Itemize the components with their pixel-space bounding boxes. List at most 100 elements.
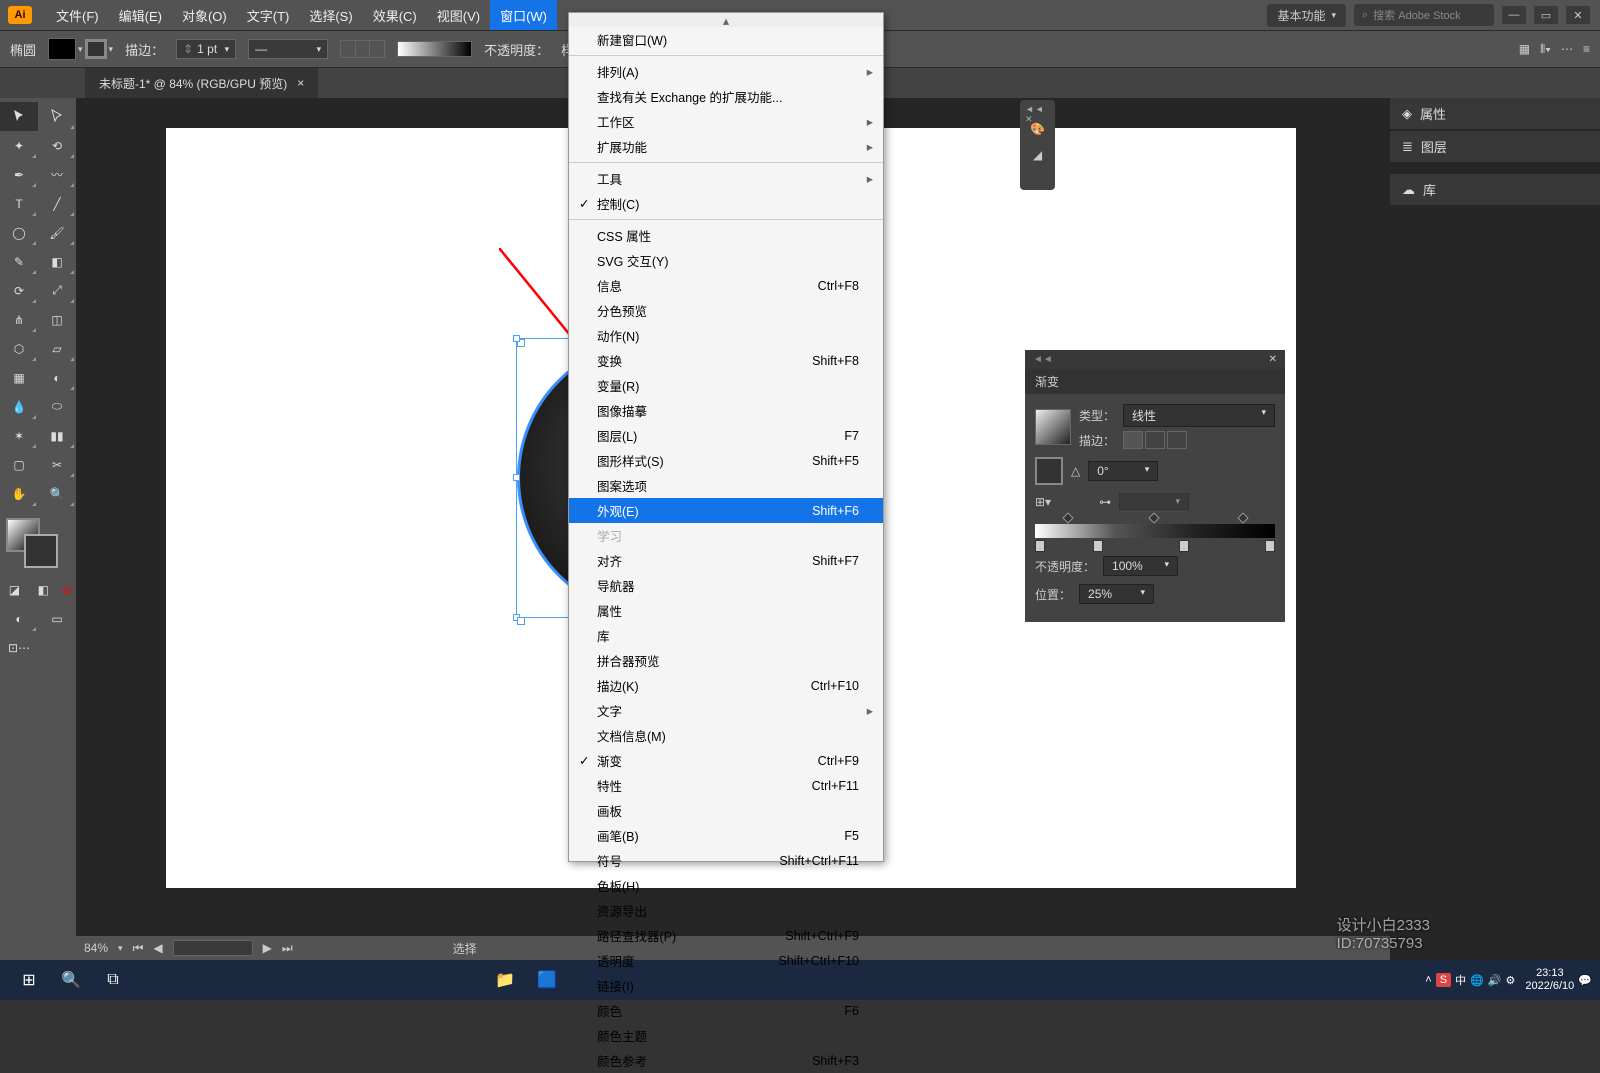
- zoom-level[interactable]: 84%: [84, 941, 108, 955]
- window-maximize[interactable]: ▭: [1534, 6, 1558, 24]
- reorder-icon[interactable]: ⋯: [1561, 42, 1573, 57]
- slice-tool[interactable]: ✂: [38, 450, 76, 479]
- network-icon[interactable]: 🌐: [1470, 974, 1484, 987]
- menu-item-[interactable]: 拼合器预览: [569, 648, 883, 673]
- selection-tool[interactable]: [0, 102, 38, 131]
- menu-item-[interactable]: 属性: [569, 598, 883, 623]
- edit-toolbar[interactable]: ⊡⋯: [0, 633, 38, 662]
- screen-mode[interactable]: ▭: [38, 604, 76, 633]
- floating-panel[interactable]: 🎨 ◢: [1020, 100, 1055, 190]
- explorer-icon[interactable]: 📁: [484, 960, 526, 1000]
- panel-properties[interactable]: ◈属性: [1390, 98, 1600, 129]
- menu-item-[interactable]: 图案选项: [569, 473, 883, 498]
- curvature-tool[interactable]: 〰: [38, 160, 76, 189]
- menu-item-[interactable]: 符号Shift+Ctrl+F11: [569, 848, 883, 873]
- menu-item-[interactable]: 特性Ctrl+F11: [569, 773, 883, 798]
- draw-mode[interactable]: ◐: [0, 604, 38, 633]
- menu-item-[interactable]: 工具: [569, 166, 883, 191]
- color-icon[interactable]: 🎨: [1030, 122, 1045, 136]
- start-button[interactable]: ⊞: [8, 960, 50, 1000]
- nav-prev-icon[interactable]: ◀: [153, 941, 162, 955]
- menu-item-B[interactable]: 画笔(B)F5: [569, 823, 883, 848]
- gradient-angle[interactable]: 0°▾: [1088, 461, 1158, 481]
- menu-item-L[interactable]: 图层(L)F7: [569, 423, 883, 448]
- stroke-swatch[interactable]: [85, 39, 107, 59]
- brush-def[interactable]: —▾: [248, 39, 328, 59]
- dropdown-scroll-up[interactable]: ▴: [569, 13, 883, 27]
- clock-time[interactable]: 23:13: [1525, 967, 1574, 980]
- stroke-mode-1[interactable]: [1123, 431, 1143, 449]
- menu-item-H[interactable]: 色板(H): [569, 873, 883, 898]
- list-icon[interactable]: ≡: [1583, 42, 1590, 57]
- settings-icon[interactable]: ⚙: [1505, 974, 1515, 987]
- none-mode[interactable]: ⊘: [58, 575, 76, 604]
- menu-item-[interactable]: 资源导出: [569, 898, 883, 923]
- stop-position[interactable]: 25%▾: [1079, 584, 1154, 604]
- artboard-tool[interactable]: ▢: [0, 450, 38, 479]
- line-tool[interactable]: ╱: [38, 189, 76, 218]
- tray-chevron-icon[interactable]: ˄: [1425, 974, 1431, 986]
- ime-icon[interactable]: S: [1436, 973, 1451, 987]
- magic-wand-tool[interactable]: ✦: [0, 131, 38, 160]
- menu-item-A[interactable]: 排列(A): [569, 59, 883, 84]
- menu-item-[interactable]: 画板: [569, 798, 883, 823]
- zoom-tool[interactable]: 🔍: [38, 479, 76, 508]
- menu-item-[interactable]: 颜色参考Shift+F3: [569, 1048, 883, 1073]
- type-tool[interactable]: T: [0, 189, 38, 218]
- menu-item-[interactable]: 变换Shift+F8: [569, 348, 883, 373]
- menu-item-[interactable]: 扩展功能: [569, 134, 883, 159]
- menu-item-[interactable]: 颜色F6: [569, 998, 883, 1023]
- menu-item-E[interactable]: 外观(E)Shift+F6: [569, 498, 883, 523]
- gradient-preview-swatch[interactable]: [1035, 409, 1071, 445]
- close-tab-icon[interactable]: ×: [297, 76, 304, 90]
- gradient-panel[interactable]: ◄◄✕ 渐变 类型：线性▾ 描边： △ 0°▾ ⊞▾ ⊶ ▾ 不透明度：100%…: [1025, 350, 1285, 622]
- search-icon[interactable]: 🔍: [50, 960, 92, 1000]
- width-tool[interactable]: ⋔: [0, 305, 38, 334]
- gradient-slider[interactable]: [1035, 524, 1275, 538]
- menu-item-[interactable]: 库: [569, 623, 883, 648]
- artboard-nav[interactable]: [173, 940, 253, 956]
- menu-item-[interactable]: 渐变Ctrl+F9: [569, 748, 883, 773]
- menu-item-CSS[interactable]: CSS 属性: [569, 223, 883, 248]
- menu-item-[interactable]: 透明度Shift+Ctrl+F10: [569, 948, 883, 973]
- menu-item-M[interactable]: 文档信息(M): [569, 723, 883, 748]
- menu-item-[interactable]: 图像描摹: [569, 398, 883, 423]
- lasso-tool[interactable]: ⟲: [38, 131, 76, 160]
- mesh-tool[interactable]: ▦: [0, 363, 38, 392]
- ellipse-tool[interactable]: ◯: [0, 218, 38, 247]
- gradient-fill-toggle[interactable]: [1035, 457, 1063, 485]
- menu-view[interactable]: 视图(V): [427, 0, 490, 30]
- menu-edit[interactable]: 编辑(E): [109, 0, 172, 30]
- nav-last-icon[interactable]: ⏭: [282, 941, 293, 956]
- color-mode[interactable]: ◪: [0, 575, 29, 604]
- menu-item-[interactable]: 信息Ctrl+F8: [569, 273, 883, 298]
- aspect-ratio[interactable]: ▾: [1119, 493, 1189, 510]
- direct-selection-tool[interactable]: [38, 102, 76, 131]
- doc-tab[interactable]: 未标题-1* @ 84% (RGB/GPU 预览) ×: [85, 68, 318, 98]
- menu-item-[interactable]: 分色预览: [569, 298, 883, 323]
- menu-item-R[interactable]: 变量(R): [569, 373, 883, 398]
- window-close[interactable]: ✕: [1566, 6, 1590, 24]
- ime-lang[interactable]: 中: [1455, 972, 1466, 988]
- menu-item-[interactable]: 文字: [569, 698, 883, 723]
- symbol-sprayer-tool[interactable]: ✶: [0, 421, 38, 450]
- menu-item-N[interactable]: 动作(N): [569, 323, 883, 348]
- task-view-icon[interactable]: ⧉: [92, 960, 134, 1000]
- gradient-mode[interactable]: ◧: [29, 575, 58, 604]
- scale-tool[interactable]: ⤢: [38, 276, 76, 305]
- menu-item-K[interactable]: 描边(K)Ctrl+F10: [569, 673, 883, 698]
- menu-object[interactable]: 对象(O): [172, 0, 237, 30]
- workspace-switcher[interactable]: 基本功能▾: [1267, 4, 1346, 27]
- search-stock[interactable]: ⌕搜索 Adobe Stock: [1354, 4, 1494, 26]
- menu-effect[interactable]: 效果(C): [363, 0, 427, 30]
- stroke-mode-3[interactable]: [1167, 431, 1187, 449]
- panel-libraries[interactable]: ☁库: [1390, 174, 1600, 205]
- shaper-tool[interactable]: ✎: [0, 247, 38, 276]
- menu-item-[interactable]: 对齐Shift+F7: [569, 548, 883, 573]
- gradient-type-select[interactable]: 线性▾: [1123, 404, 1275, 427]
- nav-first-icon[interactable]: ⏮: [133, 941, 144, 956]
- menu-item-W[interactable]: 新建窗口(W): [569, 27, 883, 52]
- gradient-tool[interactable]: ◐: [38, 363, 76, 392]
- grid-icon[interactable]: ▦: [1519, 42, 1530, 57]
- menu-file[interactable]: 文件(F): [46, 0, 109, 30]
